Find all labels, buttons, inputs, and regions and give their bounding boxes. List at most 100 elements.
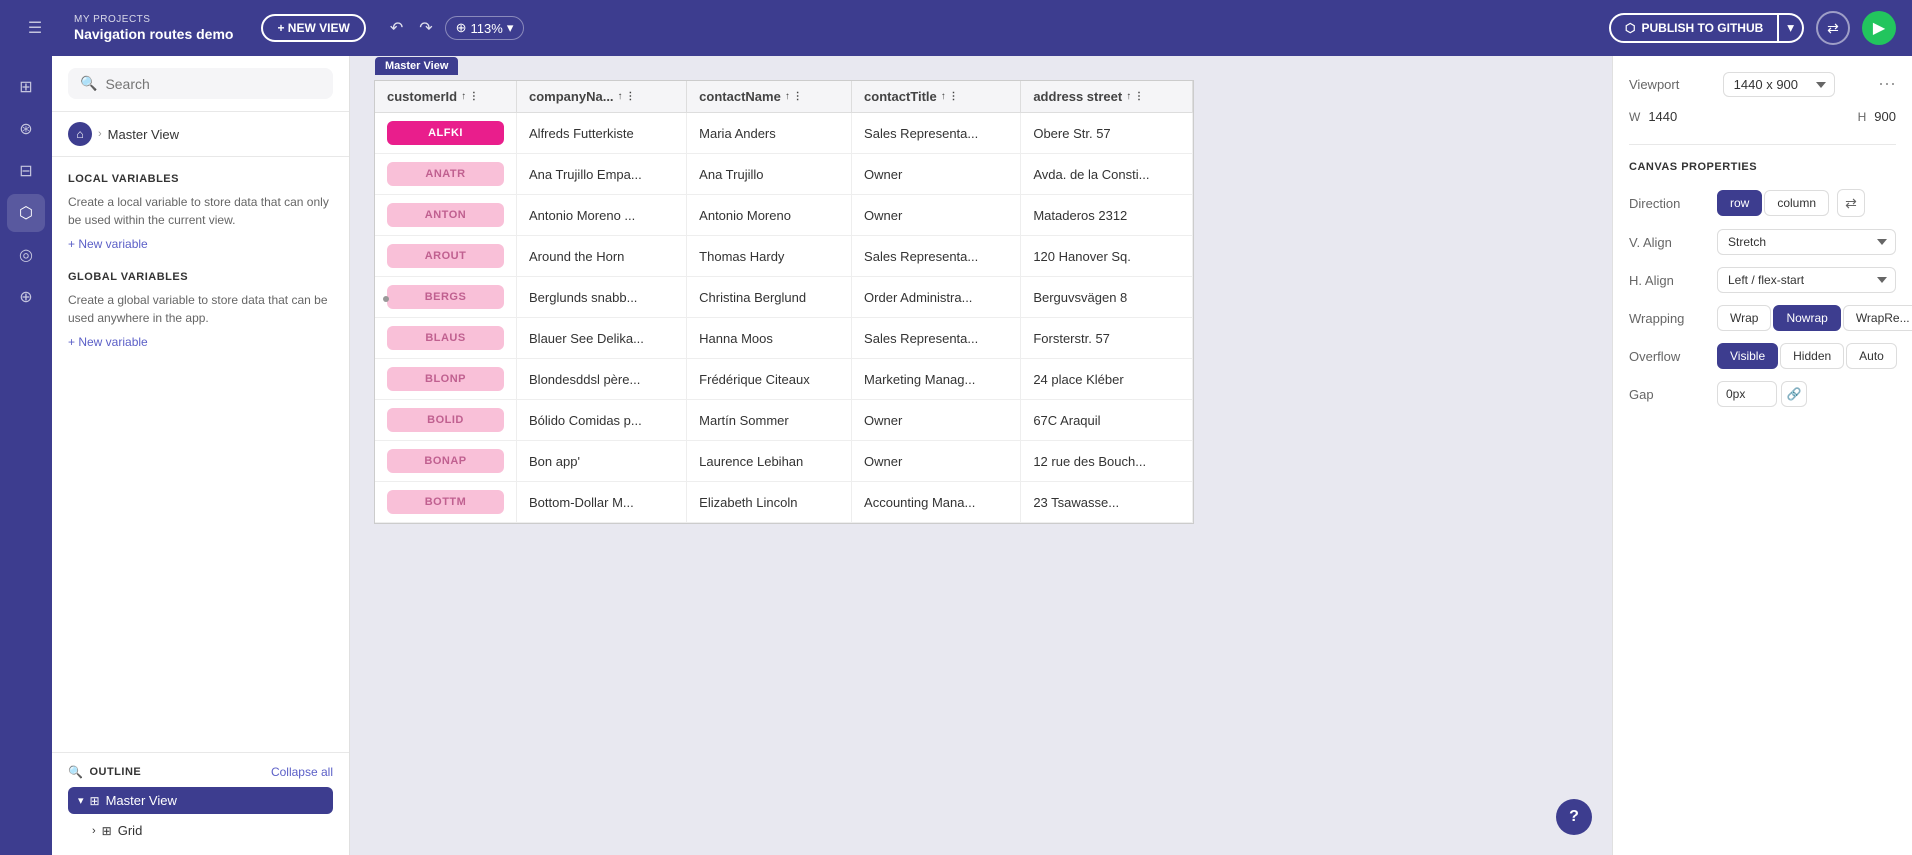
v-align-select[interactable]: Stretch Flex-start Center Flex-end bbox=[1717, 229, 1896, 255]
search-input-wrap: 🔍 bbox=[68, 68, 333, 99]
table-row[interactable]: BLAUS Blauer See Delika... Hanna Moos Sa… bbox=[375, 318, 1193, 359]
cell-id: BLONP bbox=[375, 359, 517, 400]
outline-header: 🔍 OUTLINE Collapse all bbox=[68, 765, 333, 779]
publish-button[interactable]: ⬡ PUBLISH TO GITHUB bbox=[1609, 13, 1779, 43]
wrapping-label: Wrapping bbox=[1629, 311, 1709, 326]
help-button[interactable]: ? bbox=[1556, 799, 1592, 835]
col-customer-id: customerId ↑ ⋮ bbox=[375, 81, 517, 113]
table-row[interactable]: ANTON Antonio Moreno ... Antonio Moreno … bbox=[375, 195, 1193, 236]
h-align-select-wrap: Left / flex-start Center Right / flex-en… bbox=[1717, 267, 1896, 293]
search-input[interactable] bbox=[105, 76, 321, 92]
sidebar-layers-icon[interactable]: ⊞ bbox=[7, 68, 45, 106]
direction-label: Direction bbox=[1629, 196, 1709, 211]
wrap-button[interactable]: Wrap bbox=[1717, 305, 1771, 331]
master-view-outline-label: Master View bbox=[106, 793, 177, 808]
outline-section: 🔍 OUTLINE Collapse all ▾ ⊞ Master View ›… bbox=[52, 752, 349, 855]
sort-icon-contact[interactable]: ↑ ⋮ bbox=[785, 91, 803, 102]
table-row[interactable]: BLONP Blondesddsl père... Frédérique Cit… bbox=[375, 359, 1193, 400]
cell-address: 24 place Kléber bbox=[1021, 359, 1193, 400]
cell-title: Marketing Manag... bbox=[852, 359, 1021, 400]
cell-company: Blauer See Delika... bbox=[517, 318, 687, 359]
outline-master-view-item[interactable]: ▾ ⊞ Master View bbox=[68, 787, 333, 814]
publish-group: ⬡ PUBLISH TO GITHUB ▾ bbox=[1609, 13, 1804, 43]
cell-id: ANATR bbox=[375, 154, 517, 195]
nowrap-button[interactable]: Nowrap bbox=[1773, 305, 1840, 331]
table-row[interactable]: BERGS Berglunds snabb... Christina Bergl… bbox=[375, 277, 1193, 318]
h-align-select[interactable]: Left / flex-start Center Right / flex-en… bbox=[1717, 267, 1896, 293]
table-row[interactable]: BOTTM Bottom-Dollar M... Elizabeth Linco… bbox=[375, 482, 1193, 523]
direction-btn-group: row column bbox=[1717, 190, 1829, 216]
master-view-row[interactable]: ⌂ › Master View bbox=[52, 112, 349, 157]
cell-title: Owner bbox=[852, 441, 1021, 482]
overflow-row: Overflow Visible Hidden Auto bbox=[1629, 343, 1896, 369]
cell-id: BLAUS bbox=[375, 318, 517, 359]
grid-icon: ⊞ bbox=[90, 794, 100, 808]
undo-button[interactable]: ↶ bbox=[386, 14, 407, 42]
h-align-row: H. Align Left / flex-start Center Right … bbox=[1629, 267, 1896, 293]
topbar-actions: ↶ ↷ ⊕ 113% ▾ bbox=[386, 14, 525, 42]
cell-title: Sales Representa... bbox=[852, 236, 1021, 277]
gap-input[interactable] bbox=[1717, 381, 1777, 407]
cell-contact: Hanna Moos bbox=[687, 318, 852, 359]
gap-link-button[interactable]: 🔗 bbox=[1781, 381, 1807, 407]
cell-company: Blondesddsl père... bbox=[517, 359, 687, 400]
customer-id-badge: BLAUS bbox=[387, 326, 504, 350]
outline-title: 🔍 OUTLINE bbox=[68, 765, 141, 779]
outline-grid-item[interactable]: › ⊞ Grid bbox=[68, 818, 333, 843]
sort-icon-customerid[interactable]: ↑ ⋮ bbox=[461, 91, 479, 102]
collapse-all-link[interactable]: Collapse all bbox=[271, 765, 333, 779]
sidebar-components-icon[interactable]: ⊛ bbox=[7, 110, 45, 148]
col-address: address street ↑ ⋮ bbox=[1021, 81, 1193, 113]
menu-icon[interactable]: ☰ bbox=[16, 9, 54, 47]
swap-button[interactable]: ⇄ bbox=[1837, 189, 1865, 217]
cell-title: Owner bbox=[852, 195, 1021, 236]
wrapping-row: Wrapping Wrap Nowrap WrapRe... bbox=[1629, 305, 1896, 331]
row-button[interactable]: row bbox=[1717, 190, 1762, 216]
my-projects-label: MY PROJECTS bbox=[74, 14, 233, 26]
table-row[interactable]: ALFKI Alfreds Futterkiste Maria Anders S… bbox=[375, 113, 1193, 154]
cell-contact: Elizabeth Lincoln bbox=[687, 482, 852, 523]
redo-button[interactable]: ↷ bbox=[415, 14, 436, 42]
cell-address: 12 rue des Bouch... bbox=[1021, 441, 1193, 482]
table-row[interactable]: ANATR Ana Trujillo Empa... Ana Trujillo … bbox=[375, 154, 1193, 195]
project-info: MY PROJECTS Navigation routes demo bbox=[74, 14, 233, 43]
zoom-level: 113% bbox=[471, 21, 503, 36]
data-table: customerId ↑ ⋮ companyNa... ↑ ⋮ bbox=[375, 81, 1193, 523]
sidebar-assets-icon[interactable]: ⊕ bbox=[7, 278, 45, 316]
local-new-variable-link[interactable]: + New variable bbox=[68, 237, 333, 251]
auto-button[interactable]: Auto bbox=[1846, 343, 1897, 369]
global-new-variable-link[interactable]: + New variable bbox=[68, 335, 333, 349]
icon-sidebar: ⊞ ⊛ ⊟ ⬡ ◎ ⊕ bbox=[0, 56, 52, 855]
table-row[interactable]: BOLID Bólido Comidas p... Martín Sommer … bbox=[375, 400, 1193, 441]
viewport-more-icon[interactable]: ⋯ bbox=[1878, 74, 1896, 95]
play-button[interactable]: ▶ bbox=[1862, 11, 1896, 45]
column-button[interactable]: column bbox=[1764, 190, 1829, 216]
sort-icon-title[interactable]: ↑ ⋮ bbox=[941, 91, 959, 102]
col-company-name: companyNa... ↑ ⋮ bbox=[517, 81, 687, 113]
sidebar-data-icon[interactable]: ⊟ bbox=[7, 152, 45, 190]
sort-icon-address[interactable]: ↑ ⋮ bbox=[1126, 91, 1144, 102]
cell-company: Antonio Moreno ... bbox=[517, 195, 687, 236]
project-name: Navigation routes demo bbox=[74, 26, 233, 43]
cell-address: 23 Tsawasse... bbox=[1021, 482, 1193, 523]
customer-id-badge: ALFKI bbox=[387, 121, 504, 145]
viewport-select[interactable]: 1440 x 900 1920 x 1080 375 x 812 bbox=[1723, 72, 1835, 97]
sidebar-plugins-icon[interactable]: ◎ bbox=[7, 236, 45, 274]
visible-button[interactable]: Visible bbox=[1717, 343, 1778, 369]
hidden-button[interactable]: Hidden bbox=[1780, 343, 1844, 369]
share-button[interactable]: ⇄ bbox=[1816, 11, 1850, 45]
publish-dropdown-button[interactable]: ▾ bbox=[1779, 13, 1804, 43]
table-row[interactable]: BONAP Bon app' Laurence Lebihan Owner 12… bbox=[375, 441, 1193, 482]
viewport-header: Viewport 1440 x 900 1920 x 1080 375 x 81… bbox=[1629, 72, 1896, 97]
cell-id: BOLID bbox=[375, 400, 517, 441]
wrapre-button[interactable]: WrapRe... bbox=[1843, 305, 1912, 331]
table-row[interactable]: AROUT Around the Horn Thomas Hardy Sales… bbox=[375, 236, 1193, 277]
sort-icon-company[interactable]: ↑ ⋮ bbox=[618, 91, 636, 102]
new-view-button[interactable]: + NEW VIEW bbox=[261, 14, 365, 42]
zoom-control[interactable]: ⊕ 113% ▾ bbox=[445, 16, 525, 40]
sidebar-variables-icon[interactable]: ⬡ bbox=[7, 194, 45, 232]
github-icon: ⬡ bbox=[1625, 21, 1635, 35]
cell-company: Bólido Comidas p... bbox=[517, 400, 687, 441]
cell-title: Owner bbox=[852, 400, 1021, 441]
viewport-section: Viewport 1440 x 900 1920 x 1080 375 x 81… bbox=[1629, 72, 1896, 124]
